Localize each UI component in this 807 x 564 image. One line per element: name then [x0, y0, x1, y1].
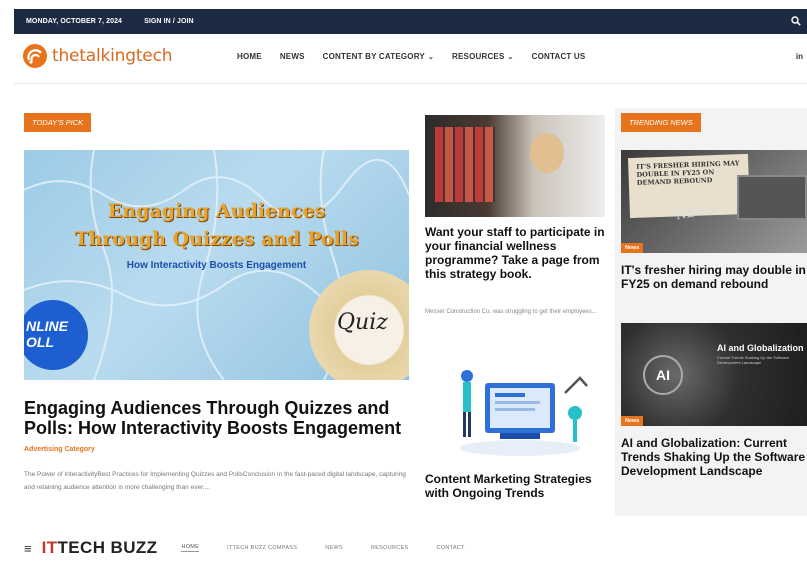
trending-news-tag: TRENDING NEWS [621, 113, 701, 132]
nav-contact-us[interactable]: CONTACT US [532, 52, 586, 61]
fresher-hiring-image[interactable]: IT'S FRESHER HIRING MAY DOUBLE IN FY25 O… [621, 150, 807, 253]
content-marketing-illustration[interactable] [445, 358, 595, 463]
site-logo[interactable]: thetalkingtech [22, 43, 172, 69]
brand-tech-buzz: TECH BUZZ [57, 538, 158, 557]
sticky-notes-board [435, 127, 495, 202]
main-nav: HOME NEWS CONTENT BY CATEGORY ⌄ RESOURCES… [237, 52, 603, 61]
staff-wellness-excerpt: Messer Construction Co. was struggling t… [425, 309, 597, 315]
ai-globalization-image[interactable]: AI AI and Globalization Current Trends S… [621, 323, 807, 426]
buzz-nav-contact[interactable]: CONTACT [436, 545, 464, 551]
ittech-buzz-logo[interactable]: ITTECH BUZZ [42, 538, 158, 558]
chevron-down-icon: ⌄ [507, 53, 514, 61]
nav-content-label: CONTENT BY CATEGORY [322, 52, 425, 61]
image-headline-2: Through Quizzes and Polls [74, 228, 359, 250]
nav-home-label: HOME [237, 52, 262, 61]
image-subheadline: How Interactivity Boosts Engagement [126, 260, 307, 271]
buzz-nav-compass[interactable]: ITTECH BUZZ COMPASS [227, 545, 297, 551]
featured-article-excerpt: The Power of InteractivityBest Practices… [24, 471, 406, 491]
featured-article-title[interactable]: Engaging Audiences Through Quizzes and P… [24, 398, 414, 438]
news-badge[interactable]: News [621, 243, 644, 253]
nav-news-label: NEWS [279, 52, 305, 61]
featured-article-category[interactable]: Advertising Category [24, 446, 95, 453]
nav-resources-label: RESOURCES [452, 52, 505, 61]
buzz-nav-resources[interactable]: RESOURCES [371, 545, 409, 551]
logo-icon [23, 44, 47, 68]
linkedin-icon[interactable]: in [796, 52, 803, 61]
quiz-text: Quiz [337, 310, 388, 335]
ittech-buzz-header: ≡ ITTECH BUZZ HOME ITTECH BUZZ COMPASS N… [24, 538, 584, 558]
sign-in-link[interactable]: SIGN IN / JOIN [144, 18, 194, 25]
nav-content-by-category[interactable]: CONTENT BY CATEGORY ⌄ [323, 52, 434, 61]
nav-home[interactable]: HOME [237, 52, 262, 61]
nav-resources[interactable]: RESOURCES ⌄ [452, 52, 514, 61]
ai-globalization-title[interactable]: AI and Globalization: Current Trends Sha… [621, 436, 807, 478]
buzz-nav-news[interactable]: NEWS [325, 545, 343, 551]
search-icon[interactable] [791, 16, 801, 26]
ai-image-sublabel: Current Trends Shaking Up the Software D… [717, 355, 790, 365]
content-marketing-title[interactable]: Content Marketing Strategies with Ongoin… [425, 472, 610, 500]
top-bar: MONDAY, OCTOBER 7, 2024 SIGN IN / JOIN [14, 9, 807, 34]
ai-image-label-text: AI and Globalization [717, 343, 804, 353]
news-badge[interactable]: News [621, 416, 644, 426]
ai-image-label: AI and Globalization Current Trends Shak… [717, 343, 807, 365]
image-headline-1: Engaging Audiences [107, 200, 326, 222]
person-figure [530, 133, 564, 173]
staff-wellness-image[interactable] [425, 115, 605, 217]
brand-it: IT [41, 538, 58, 557]
staff-wellness-title[interactable]: Want your staff to participate in your f… [425, 225, 610, 281]
laptop-figure [737, 175, 807, 220]
nav-contact-label: CONTACT US [531, 52, 586, 61]
current-date: MONDAY, OCTOBER 7, 2024 [26, 18, 123, 25]
featured-article-image[interactable]: Engaging Audiences Through Quizzes and P… [24, 150, 409, 380]
logo-text: thetalkingtech [52, 46, 173, 66]
ai-emblem: AI [643, 355, 683, 395]
todays-pick-tag: TODAY'S PICK [24, 113, 92, 132]
fresher-hiring-title[interactable]: IT's fresher hiring may double in FY25 o… [621, 263, 807, 291]
hamburger-menu-icon[interactable]: ≡ [24, 541, 32, 556]
nav-news[interactable]: NEWS [280, 52, 305, 61]
chevron-down-icon: ⌄ [427, 53, 435, 61]
site-header: thetalkingtech HOME NEWS CONTENT BY CATE… [14, 34, 807, 84]
buzz-nav-home[interactable]: HOME [181, 544, 200, 552]
newspaper-headline: IT'S FRESHER HIRING MAY DOUBLE IN FY25 O… [636, 159, 740, 187]
